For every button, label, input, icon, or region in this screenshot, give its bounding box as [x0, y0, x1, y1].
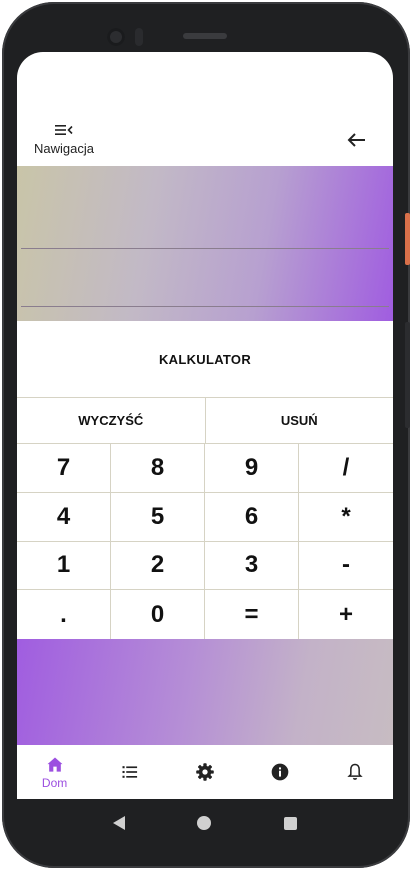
gear-icon: [196, 763, 214, 781]
key-8[interactable]: 8: [111, 444, 205, 493]
bottom-nav-settings[interactable]: [167, 745, 242, 799]
bottom-nav-list[interactable]: [92, 745, 167, 799]
key-add[interactable]: +: [299, 590, 393, 639]
bottom-nav-info[interactable]: [243, 745, 318, 799]
keypad: 7 8 9 / 4 5 6 * 1 2 3 - . 0 = +: [17, 444, 393, 639]
calculator-display: [17, 166, 393, 321]
bottom-nav-home-label: Dom: [41, 775, 68, 790]
key-6[interactable]: 6: [205, 492, 299, 542]
page-title: KALKULATOR: [158, 351, 252, 367]
key-subtract[interactable]: -: [299, 541, 393, 591]
key-decimal[interactable]: .: [17, 590, 111, 639]
key-0[interactable]: 0: [111, 590, 205, 639]
menu-collapse-icon: [55, 125, 73, 135]
key-multiply[interactable]: *: [299, 492, 393, 542]
key-4[interactable]: 4: [17, 492, 111, 542]
back-button[interactable]: [345, 128, 369, 152]
power-button: [405, 213, 410, 265]
list-icon: [122, 766, 137, 778]
key-5[interactable]: 5: [111, 492, 205, 542]
result-line: [21, 306, 389, 307]
delete-button[interactable]: USUŃ: [204, 398, 393, 443]
navigation-button[interactable]: Nawigacja: [32, 122, 96, 162]
bottom-navigation: Dom: [17, 745, 393, 799]
key-7[interactable]: 7: [17, 444, 111, 493]
app-screen: Nawigacja KALKULATOR WYCZYŚĆ USUŃ 7 8 9 …: [17, 52, 393, 799]
home-icon: [47, 757, 63, 772]
navigation-label: Nawigacja: [34, 141, 94, 156]
action-row: WYCZYŚĆ USUŃ: [17, 397, 393, 444]
bottom-nav-home[interactable]: Dom: [17, 745, 92, 799]
system-recents-icon[interactable]: [283, 816, 297, 830]
key-3[interactable]: 3: [205, 541, 299, 591]
system-home-icon[interactable]: [197, 816, 212, 830]
info-icon: [271, 763, 289, 781]
calculator-title-row: KALKULATOR: [17, 321, 393, 397]
bottom-nav-notifications[interactable]: [318, 745, 393, 799]
app-bar: Nawigacja: [17, 118, 393, 166]
earpiece-speaker: [183, 33, 227, 39]
front-camera: [107, 28, 125, 46]
key-divide[interactable]: /: [299, 444, 393, 493]
system-back-icon[interactable]: [113, 816, 126, 830]
sensor: [135, 28, 143, 46]
system-navigation-bar: [17, 799, 393, 847]
key-9[interactable]: 9: [205, 444, 299, 493]
arrow-left-icon: [347, 133, 365, 147]
decorative-gradient: [17, 639, 393, 745]
key-2[interactable]: 2: [111, 541, 205, 591]
volume-button: [405, 322, 410, 428]
key-equals[interactable]: =: [205, 590, 299, 639]
clear-button[interactable]: WYCZYŚĆ: [17, 398, 205, 443]
key-1[interactable]: 1: [17, 541, 111, 591]
expression-line: [21, 248, 389, 249]
bell-icon: [347, 763, 364, 780]
